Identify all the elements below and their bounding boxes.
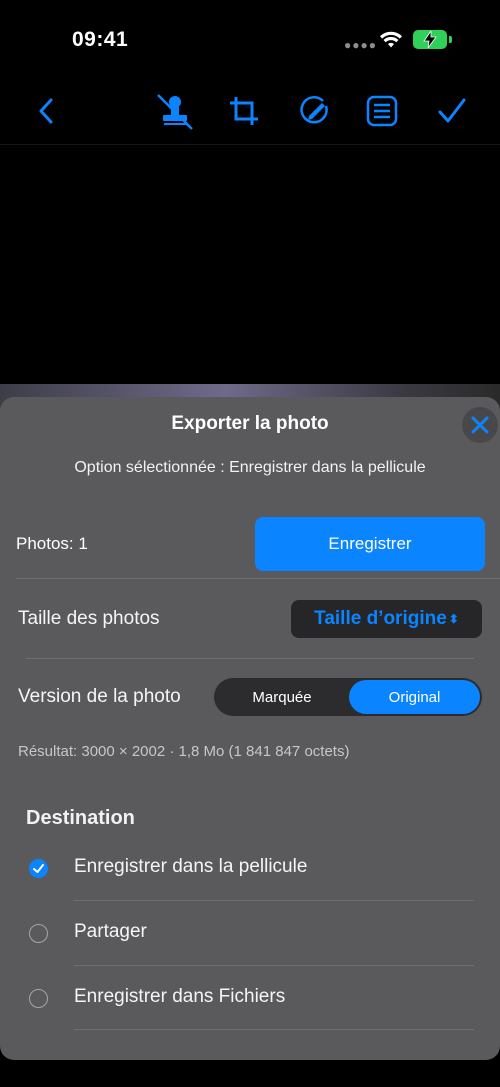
save-button[interactable]: Enregistrer — [255, 517, 485, 571]
destination-share[interactable]: Partager — [0, 902, 500, 966]
chevron-up-down-icon: ⬍ — [448, 612, 459, 626]
divider — [74, 965, 474, 966]
radio-unchecked-icon — [29, 924, 48, 943]
destination-files[interactable]: Enregistrer dans Fichiers — [0, 967, 500, 1031]
battery-charging-icon — [413, 30, 447, 49]
crop-icon[interactable] — [222, 89, 266, 133]
divider — [26, 658, 474, 659]
photo-version-segmented-control: Marquée Original — [214, 678, 482, 716]
photos-count: Photos: 1 — [16, 534, 88, 553]
wifi-icon — [380, 31, 402, 48]
markup-icon[interactable] — [292, 89, 336, 133]
cellular-signal-icon: ●●●● — [344, 38, 377, 52]
export-sheet: Exporter la photo Option sélectionnée : … — [0, 397, 500, 1060]
divider — [74, 1029, 474, 1030]
destination-camera-roll[interactable]: Enregistrer dans la pellicule — [0, 837, 500, 901]
close-button[interactable] — [462, 407, 498, 443]
status-bar: 09:41 ●●●● — [0, 0, 500, 80]
stamp-off-icon[interactable] — [152, 89, 196, 133]
destination-label: Enregistrer dans Fichiers — [74, 986, 286, 1007]
status-time: 09:41 — [72, 28, 129, 51]
radio-checked-icon — [29, 859, 48, 878]
divider — [16, 578, 500, 579]
sheet-title: Exporter la photo — [171, 413, 329, 434]
list-icon[interactable] — [360, 89, 404, 133]
editor-toolbar — [0, 80, 500, 145]
photo-size-picker[interactable]: Taille d’origine ⬍ — [291, 600, 482, 638]
close-icon — [471, 416, 489, 434]
selected-option-text: Option sélectionnée : Enregistrer dans l… — [74, 459, 426, 476]
destination-label: Partager — [74, 921, 147, 942]
photo-version-label: Version de la photo — [18, 686, 181, 707]
checkmark-icon[interactable] — [430, 89, 474, 133]
destination-title: Destination — [26, 807, 135, 829]
chevron-left-icon[interactable] — [24, 89, 68, 133]
result-info: Résultat: 3000 × 2002 · 1,8 Mo (1 841 84… — [18, 743, 350, 760]
photo-size-value: Taille d’origine — [314, 608, 447, 629]
photo-size-label: Taille des photos — [18, 608, 160, 629]
destination-label: Enregistrer dans la pellicule — [74, 856, 308, 877]
divider — [74, 900, 474, 901]
version-option-marked[interactable]: Marquée — [216, 680, 348, 714]
version-option-original[interactable]: Original — [349, 680, 480, 714]
radio-unchecked-icon — [29, 989, 48, 1008]
